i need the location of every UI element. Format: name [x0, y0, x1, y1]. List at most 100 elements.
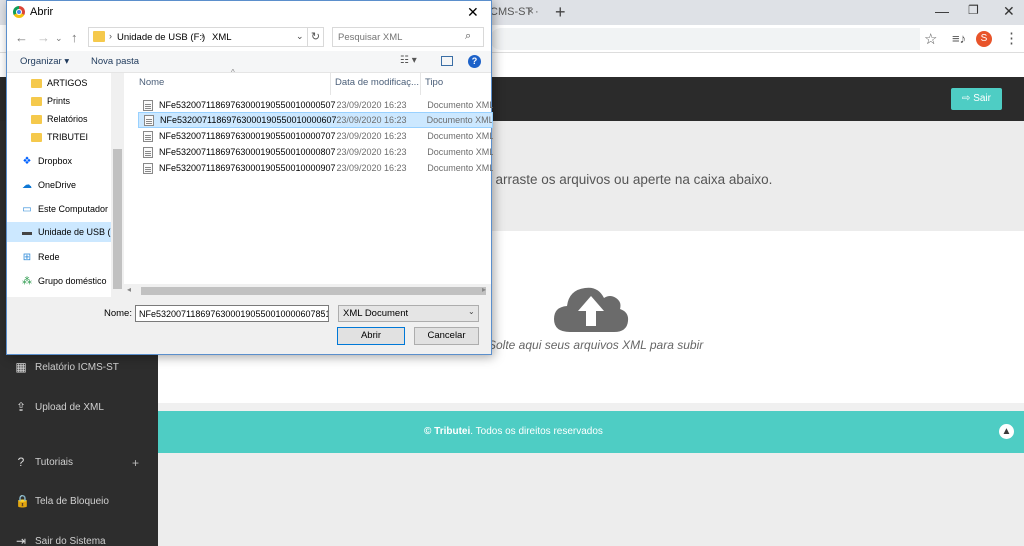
nav-item-label: Relatórios: [47, 114, 88, 124]
file-date: 23/09/2020 16:23: [336, 115, 407, 125]
scroll-right-icon[interactable]: ▸: [482, 285, 486, 294]
upload-icon: ⇪: [15, 400, 27, 414]
new-folder-button[interactable]: Nova pasta: [91, 56, 139, 67]
filename-dropdown-icon[interactable]: ⌄: [319, 307, 326, 316]
logout-icon: ⇥: [15, 534, 27, 546]
upload-instructions: , arraste os arquivos ou aperte na caixa…: [488, 172, 773, 187]
nav-scrollbar-thumb[interactable]: [113, 149, 122, 289]
scroll-top-icon[interactable]: ▲: [999, 424, 1014, 439]
xml-file-icon: [143, 130, 153, 142]
filetype-dropdown-icon[interactable]: ⌄: [468, 307, 475, 316]
file-row[interactable]: NFe53200711869763000190550010000907... 23…: [138, 160, 493, 176]
file-type: Documento XML: [427, 163, 493, 173]
file-type: Documento XML: [427, 100, 493, 110]
cancel-button[interactable]: Cancelar: [414, 327, 479, 345]
sidebar-item-tutoriais[interactable]: ? Tutoriais: [15, 455, 73, 469]
view-options-icon[interactable]: ☷ ▾: [400, 55, 417, 66]
nav-item-rede[interactable]: ⊞ Rede: [7, 247, 111, 267]
file-row[interactable]: NFe53200711869763000190550010000707... 23…: [138, 128, 493, 144]
nav-item-label: ARTIGOS: [47, 78, 88, 88]
onedrive-cloud-icon: ☁: [22, 179, 32, 191]
help-icon[interactable]: ?: [468, 55, 481, 68]
sidebar-item-sair-sistema[interactable]: ⇥ Sair do Sistema: [15, 534, 106, 546]
dialog-close-icon[interactable]: ✕: [467, 4, 479, 21]
breadcrumb-chevron-icon[interactable]: ›: [201, 31, 204, 41]
profile-avatar[interactable]: S: [976, 31, 992, 47]
file-name: NFe53200711869763000190550010000907...: [159, 163, 337, 173]
filetype-select[interactable]: XML Document: [338, 305, 479, 322]
logout-button[interactable]: ⇨ Sair: [951, 88, 1002, 110]
nav-item-dropbox[interactable]: ❖ Dropbox: [7, 151, 111, 171]
footer-brand[interactable]: © Tributei: [424, 426, 470, 437]
breadcrumb-xml-folder[interactable]: XML: [212, 32, 232, 43]
sidebar-item-tela-bloqueio[interactable]: 🔒 Tela de Bloqueio: [15, 494, 109, 508]
window-close-icon[interactable]: ✕: [1003, 3, 1015, 20]
sidebar-item-label: Upload de XML: [35, 401, 104, 413]
column-header-type[interactable]: Tipo: [425, 77, 443, 88]
search-icon[interactable]: ⌕: [465, 30, 471, 43]
logout-label: Sair: [973, 93, 991, 104]
organize-button[interactable]: Organizar ▾: [20, 56, 69, 67]
horizontal-scrollbar-thumb[interactable]: [141, 287, 486, 295]
nav-item-label: Unidade de USB (F: [38, 227, 117, 237]
expand-icon[interactable]: +: [132, 456, 139, 470]
folder-icon: [93, 31, 105, 42]
nav-item-tributei[interactable]: TRIBUTEI: [7, 127, 111, 147]
nav-item-relatorios[interactable]: Relatórios: [7, 109, 111, 129]
folder-icon: [31, 114, 42, 124]
search-input[interactable]: [333, 28, 461, 46]
recent-dropdown-icon[interactable]: ⌄: [55, 33, 63, 44]
preview-pane-icon[interactable]: [441, 56, 453, 66]
nav-item-label: Grupo doméstico: [38, 276, 107, 286]
folder-icon: [31, 132, 42, 142]
breadcrumb-usb-drive[interactable]: Unidade de USB (F:): [117, 32, 205, 43]
sidebar-item-relatorio-icms-st[interactable]: ▦ Relatório ICMS-ST: [15, 360, 119, 374]
up-arrow-icon[interactable]: ↑: [71, 30, 78, 45]
file-name: NFe53200711869763000190550010000707...: [159, 131, 337, 141]
new-tab-button[interactable]: +: [555, 2, 566, 23]
file-type: Documento XML: [427, 147, 493, 157]
dialog-titlebar: [7, 1, 491, 23]
file-row[interactable]: NFe53200711869763000190550010000807... 23…: [138, 144, 493, 160]
chrome-icon-center: [16, 9, 22, 15]
restore-icon[interactable]: ❐: [968, 3, 979, 17]
address-dropdown-icon[interactable]: ⌄: [296, 31, 304, 42]
nav-item-onedrive[interactable]: ☁ OneDrive: [7, 175, 111, 195]
open-button[interactable]: Abrir: [337, 327, 405, 345]
refresh-icon[interactable]: ↻: [308, 27, 324, 47]
column-divider[interactable]: [330, 73, 331, 95]
sidebar-item-upload-xml[interactable]: ⇪ Upload de XML: [15, 400, 104, 414]
filename-input[interactable]: [135, 305, 329, 322]
scroll-left-icon[interactable]: ◂: [127, 285, 131, 294]
nav-item-artigos[interactable]: ARTIGOS: [7, 73, 111, 93]
file-date: 23/09/2020 16:23: [336, 163, 407, 173]
column-header-name[interactable]: Nome: [139, 77, 164, 88]
xml-file-icon: [143, 99, 153, 111]
dropzone-text: Solte aqui seus arquivos XML para subir: [488, 338, 704, 352]
breadcrumb-chevron-icon[interactable]: ›: [109, 31, 112, 41]
forward-arrow-icon[interactable]: →: [37, 30, 50, 45]
dialog-title: Abrir: [30, 6, 54, 18]
cloud-upload-icon[interactable]: [552, 282, 630, 334]
minimize-icon[interactable]: —: [935, 3, 949, 19]
file-row-selected[interactable]: NFe53200711869763000190550010000607... 23…: [138, 112, 493, 128]
tab-close-icon[interactable]: ×: [527, 4, 534, 18]
sort-caret-icon: ^: [231, 68, 235, 77]
back-arrow-icon[interactable]: ←: [15, 30, 28, 45]
file-type: Documento XML: [427, 131, 493, 141]
browser-menu-icon[interactable]: ⋮: [1004, 29, 1019, 47]
address-bar[interactable]: [490, 28, 920, 50]
column-header-date[interactable]: Data de modificaç...: [335, 77, 419, 88]
bookmark-star-icon[interactable]: ☆: [924, 30, 937, 48]
nav-item-grupo-domestico[interactable]: ⁂ Grupo doméstico: [7, 271, 111, 291]
open-file-dialog: Abrir ✕ ← → ⌄ ↑ › Unidade de USB (F:) › …: [6, 0, 493, 355]
nav-item-usb-drive[interactable]: ▬ Unidade de USB (F: [7, 222, 116, 242]
nav-item-este-computador[interactable]: ▭ Este Computador: [7, 199, 111, 219]
nav-item-label: TRIBUTEI: [47, 132, 89, 142]
dialog-address-bar[interactable]: › Unidade de USB (F:) › XML ⌄: [88, 27, 308, 47]
nav-item-prints[interactable]: Prints: [7, 91, 111, 111]
footer-rest: . Todos os direitos reservados: [470, 426, 603, 437]
media-control-icon[interactable]: ≡♪: [952, 31, 966, 46]
column-divider[interactable]: [420, 73, 421, 95]
file-row[interactable]: NFe53200711869763000190550010000507... 23…: [138, 97, 493, 113]
